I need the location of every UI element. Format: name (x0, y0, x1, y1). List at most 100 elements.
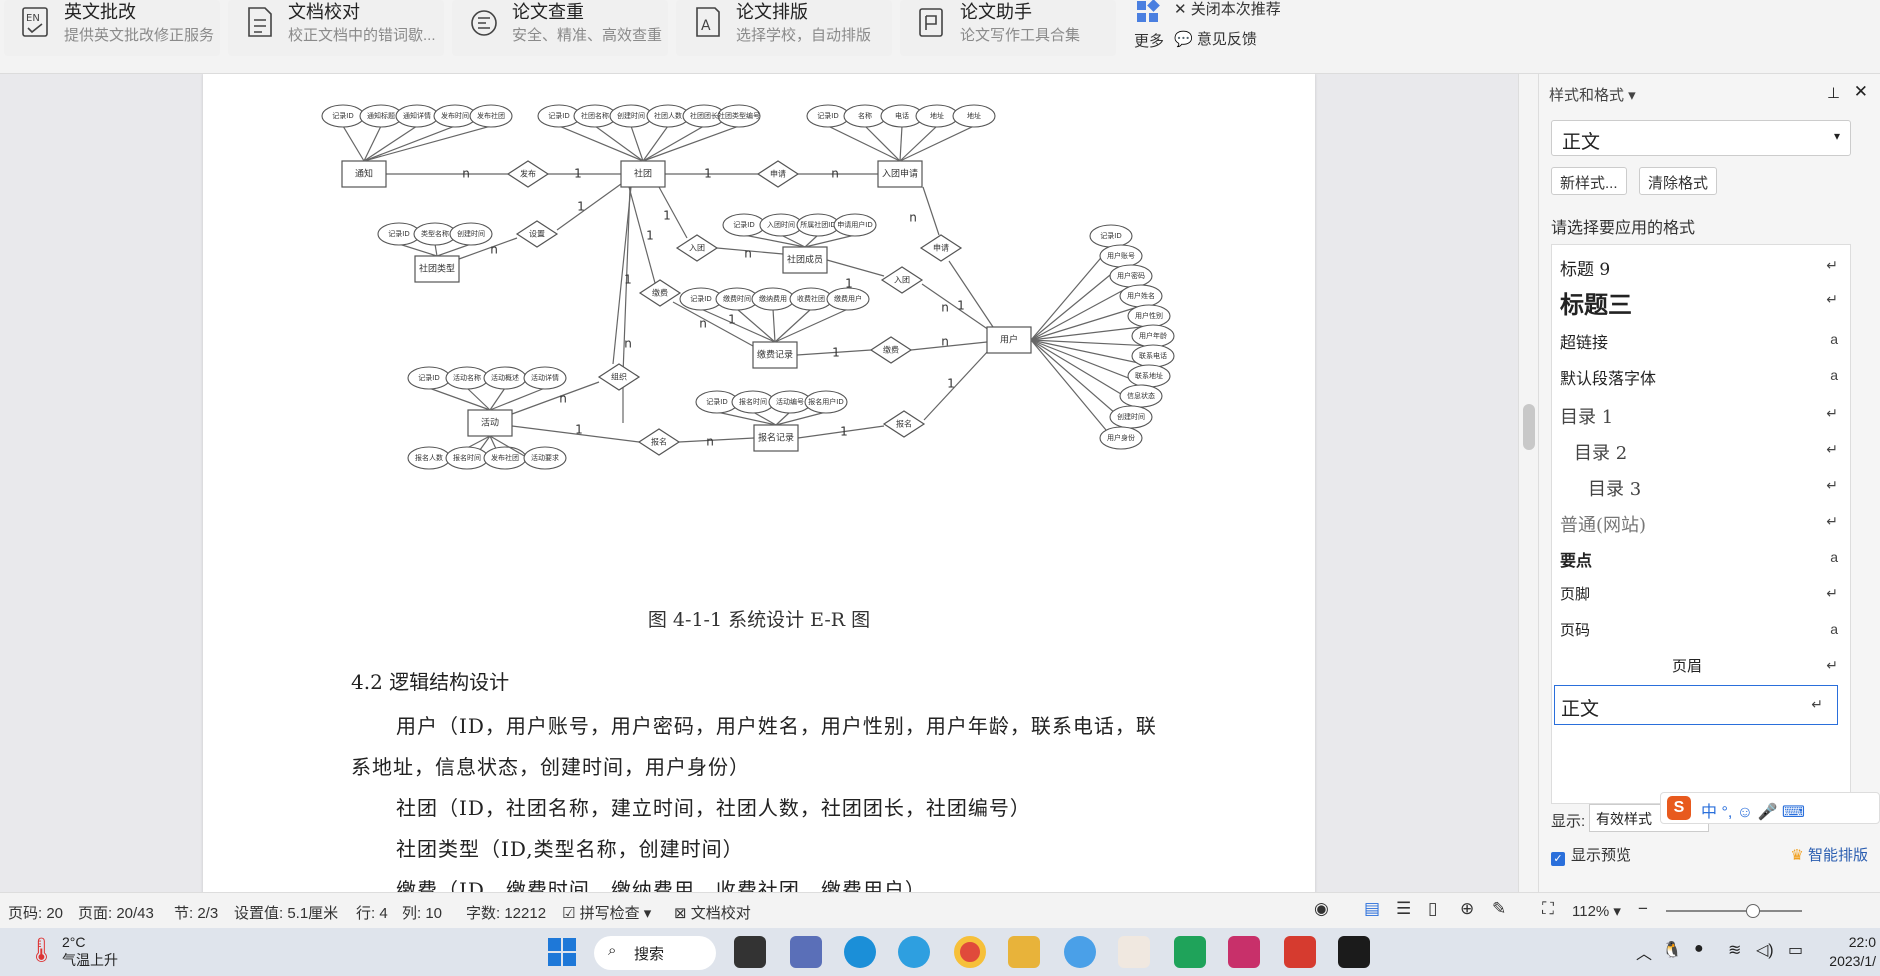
current-style-select[interactable]: 正文 ▾ (1551, 120, 1851, 156)
pin-icon[interactable]: ⊥ (1827, 84, 1840, 102)
smart-layout-label: 智能排版 (1807, 847, 1868, 864)
zoom-out-icon[interactable]: − (1638, 899, 1648, 919)
new-style-button[interactable]: 新样式... (1551, 167, 1627, 195)
tool-paper-assistant[interactable]: 论文助手 论文写作工具合集 (900, 0, 1116, 56)
web-view-icon[interactable]: ⊕ (1460, 899, 1474, 919)
er-attribute-label: 记录ID (388, 230, 409, 238)
scrollbar-thumb[interactable] (1523, 404, 1535, 450)
document-scrollbar[interactable] (1518, 74, 1538, 892)
hbuilder-icon[interactable] (1174, 936, 1206, 968)
chrome-browser-icon[interactable] (954, 936, 986, 968)
style-item[interactable]: 目录 1 ↵ (1552, 395, 1850, 435)
file-explorer-icon[interactable] (1008, 936, 1040, 968)
er-entity-label: 社团类型 (419, 263, 455, 275)
er-attribute-label: 信息状态 (1127, 391, 1155, 400)
document-area[interactable]: 通知 社团 入团申请 社团类型 社团成员 缴费记录 用户 活动 报名记录 发布 申请 设置 入团 缴费 申请… (0, 74, 1518, 892)
er-cardinality: 1 (646, 229, 654, 243)
er-attribute-label: 入团时间 (767, 220, 795, 229)
er-relationship-label: 组织 (611, 372, 627, 382)
er-cardinality: n (744, 247, 752, 261)
spell-check-button[interactable]: ☑ 拼写检查 ▾ (562, 902, 651, 923)
outline-view-icon[interactable]: ☰ (1396, 899, 1411, 919)
page-view-icon[interactable]: ▤ (1364, 899, 1380, 919)
style-name: 标题三 (1560, 290, 1632, 319)
system-clock[interactable]: 22:0 2023/1/ (1829, 933, 1876, 971)
style-item[interactable]: 页码 a (1552, 611, 1850, 651)
write-view-icon[interactable]: ✎ (1492, 899, 1506, 919)
tool-doc-proofread[interactable]: 文档校对 校正文档中的错词歇... (228, 0, 444, 56)
style-item[interactable]: 目录 3 ↵ (1552, 467, 1850, 507)
er-connector (642, 125, 705, 162)
apps-grid-icon[interactable] (1136, 0, 1160, 24)
wps-icon[interactable] (1284, 936, 1316, 968)
windows-start-icon[interactable] (546, 936, 578, 968)
style-item[interactable]: 要点 a (1552, 539, 1850, 579)
status-pages[interactable]: 页面: 20/43 (78, 902, 154, 923)
ie-browser-icon[interactable] (898, 936, 930, 968)
eye-protect-icon[interactable]: ◉ (1314, 899, 1329, 919)
style-item-selected[interactable]: 正文 ↵ (1554, 685, 1838, 725)
taskbar-search[interactable]: ⌕ 搜索 (594, 936, 716, 970)
task-view-icon[interactable] (734, 936, 766, 968)
style-mark: ↵ (1826, 257, 1838, 273)
app-icon[interactable] (1064, 936, 1096, 968)
smart-layout-button[interactable]: ♛ 智能排版 (1790, 844, 1868, 865)
tool-desc: 提供英文批改修正服务 (64, 27, 215, 44)
intellij-icon[interactable] (1228, 936, 1260, 968)
close-recommend-button[interactable]: ✕ 关闭本次推荐 (1174, 0, 1281, 19)
clear-format-button[interactable]: 清除格式 (1639, 167, 1718, 195)
er-attribute-label: 地址 (930, 111, 944, 120)
volume-icon[interactable]: ◁) (1756, 940, 1774, 960)
paragraph-line: 社团（ID，社团名称，建立时间，社团人数，社团团长，社团编号） (396, 796, 1031, 820)
tool-plagiarism-check[interactable]: 论文查重 安全、精准、高效查重 (452, 0, 668, 56)
terminal-icon[interactable] (1338, 936, 1370, 968)
style-item[interactable]: 目录 2 ↵ (1552, 431, 1850, 471)
er-cardinality: 1 (728, 313, 736, 327)
wifi-icon[interactable]: ≋ (1728, 940, 1741, 960)
zoom-level[interactable]: 112% ▾ (1572, 902, 1621, 920)
er-connector (342, 125, 365, 162)
zoom-slider[interactable] (1666, 904, 1802, 918)
status-words[interactable]: 字数: 12212 (466, 902, 546, 923)
panel-title[interactable]: 样式和格式 ▾ (1549, 84, 1636, 105)
chevron-up-icon[interactable]: ︿ (1636, 940, 1652, 964)
recommend-toolbar: EN 英文批改 提供英文批改修正服务 文档校对 校正文档中的错词歇... 论文查… (0, 0, 1880, 74)
document-page[interactable]: 通知 社团 入团申请 社团类型 社团成员 缴费记录 用户 活动 报名记录 发布 申请 设置 入团 缴费 申请… (203, 74, 1315, 892)
weather-widget[interactable]: 2°C 气温上升 (62, 933, 118, 969)
style-item[interactable]: 普通(网站) ↵ (1552, 503, 1850, 543)
battery-icon[interactable]: ▭ (1788, 940, 1803, 960)
feedback-button[interactable]: 💬 意见反馈 (1174, 28, 1257, 49)
proofread-button[interactable]: ⊠ 文档校对 (674, 902, 751, 923)
style-name: 正文 (1561, 698, 1600, 720)
ime-mode-icon[interactable]: 中 °, ☺ 🎤 ⌨ (1701, 798, 1805, 822)
ime-logo-icon: S (1667, 796, 1691, 820)
style-item[interactable]: 超链接 a (1552, 321, 1850, 361)
ime-toolbar[interactable]: S 中 °, ☺ 🎤 ⌨ (1660, 792, 1880, 824)
er-attribute-label: 所属社团ID (800, 220, 835, 229)
style-item[interactable]: 页眉 ↵ (1552, 647, 1850, 687)
fit-page-icon[interactable]: ⛶ (1542, 899, 1554, 919)
show-preview-checkbox[interactable]: ✓ 显示预览 (1551, 844, 1631, 866)
style-item[interactable]: 页脚 ↵ (1552, 575, 1850, 615)
zoom-slider-thumb[interactable] (1746, 904, 1760, 918)
read-view-icon[interactable]: ▯ (1428, 899, 1437, 919)
more-button[interactable]: 更多 (1134, 30, 1164, 51)
er-relationship-label: 缴费 (883, 345, 899, 355)
status-section: 节: 2/3 (174, 905, 219, 922)
close-panel-icon[interactable]: ✕ (1854, 82, 1868, 102)
dup-check-icon (471, 10, 497, 36)
tool-paper-layout[interactable]: A 论文排版 选择学校，自动排版 (676, 0, 892, 56)
tool-english-correction[interactable]: EN 英文批改 提供英文批改修正服务 (4, 0, 220, 56)
style-item[interactable]: 默认段落字体 a (1552, 357, 1850, 397)
er-relationship-label: 申请 (770, 169, 786, 179)
er-connector (489, 387, 546, 411)
edge-browser-icon[interactable] (844, 936, 876, 968)
tray-app-icon[interactable]: ● (1694, 940, 1704, 958)
er-attribute-label: 活动概述 (491, 373, 519, 382)
app-icon[interactable] (1118, 936, 1150, 968)
check-icon: ☑ (562, 905, 576, 922)
app-icon[interactable] (790, 936, 822, 968)
style-item[interactable]: 标题三 ↵ (1552, 281, 1850, 321)
er-cardinality: n (941, 301, 949, 315)
qq-icon[interactable]: 🐧 (1662, 940, 1682, 960)
